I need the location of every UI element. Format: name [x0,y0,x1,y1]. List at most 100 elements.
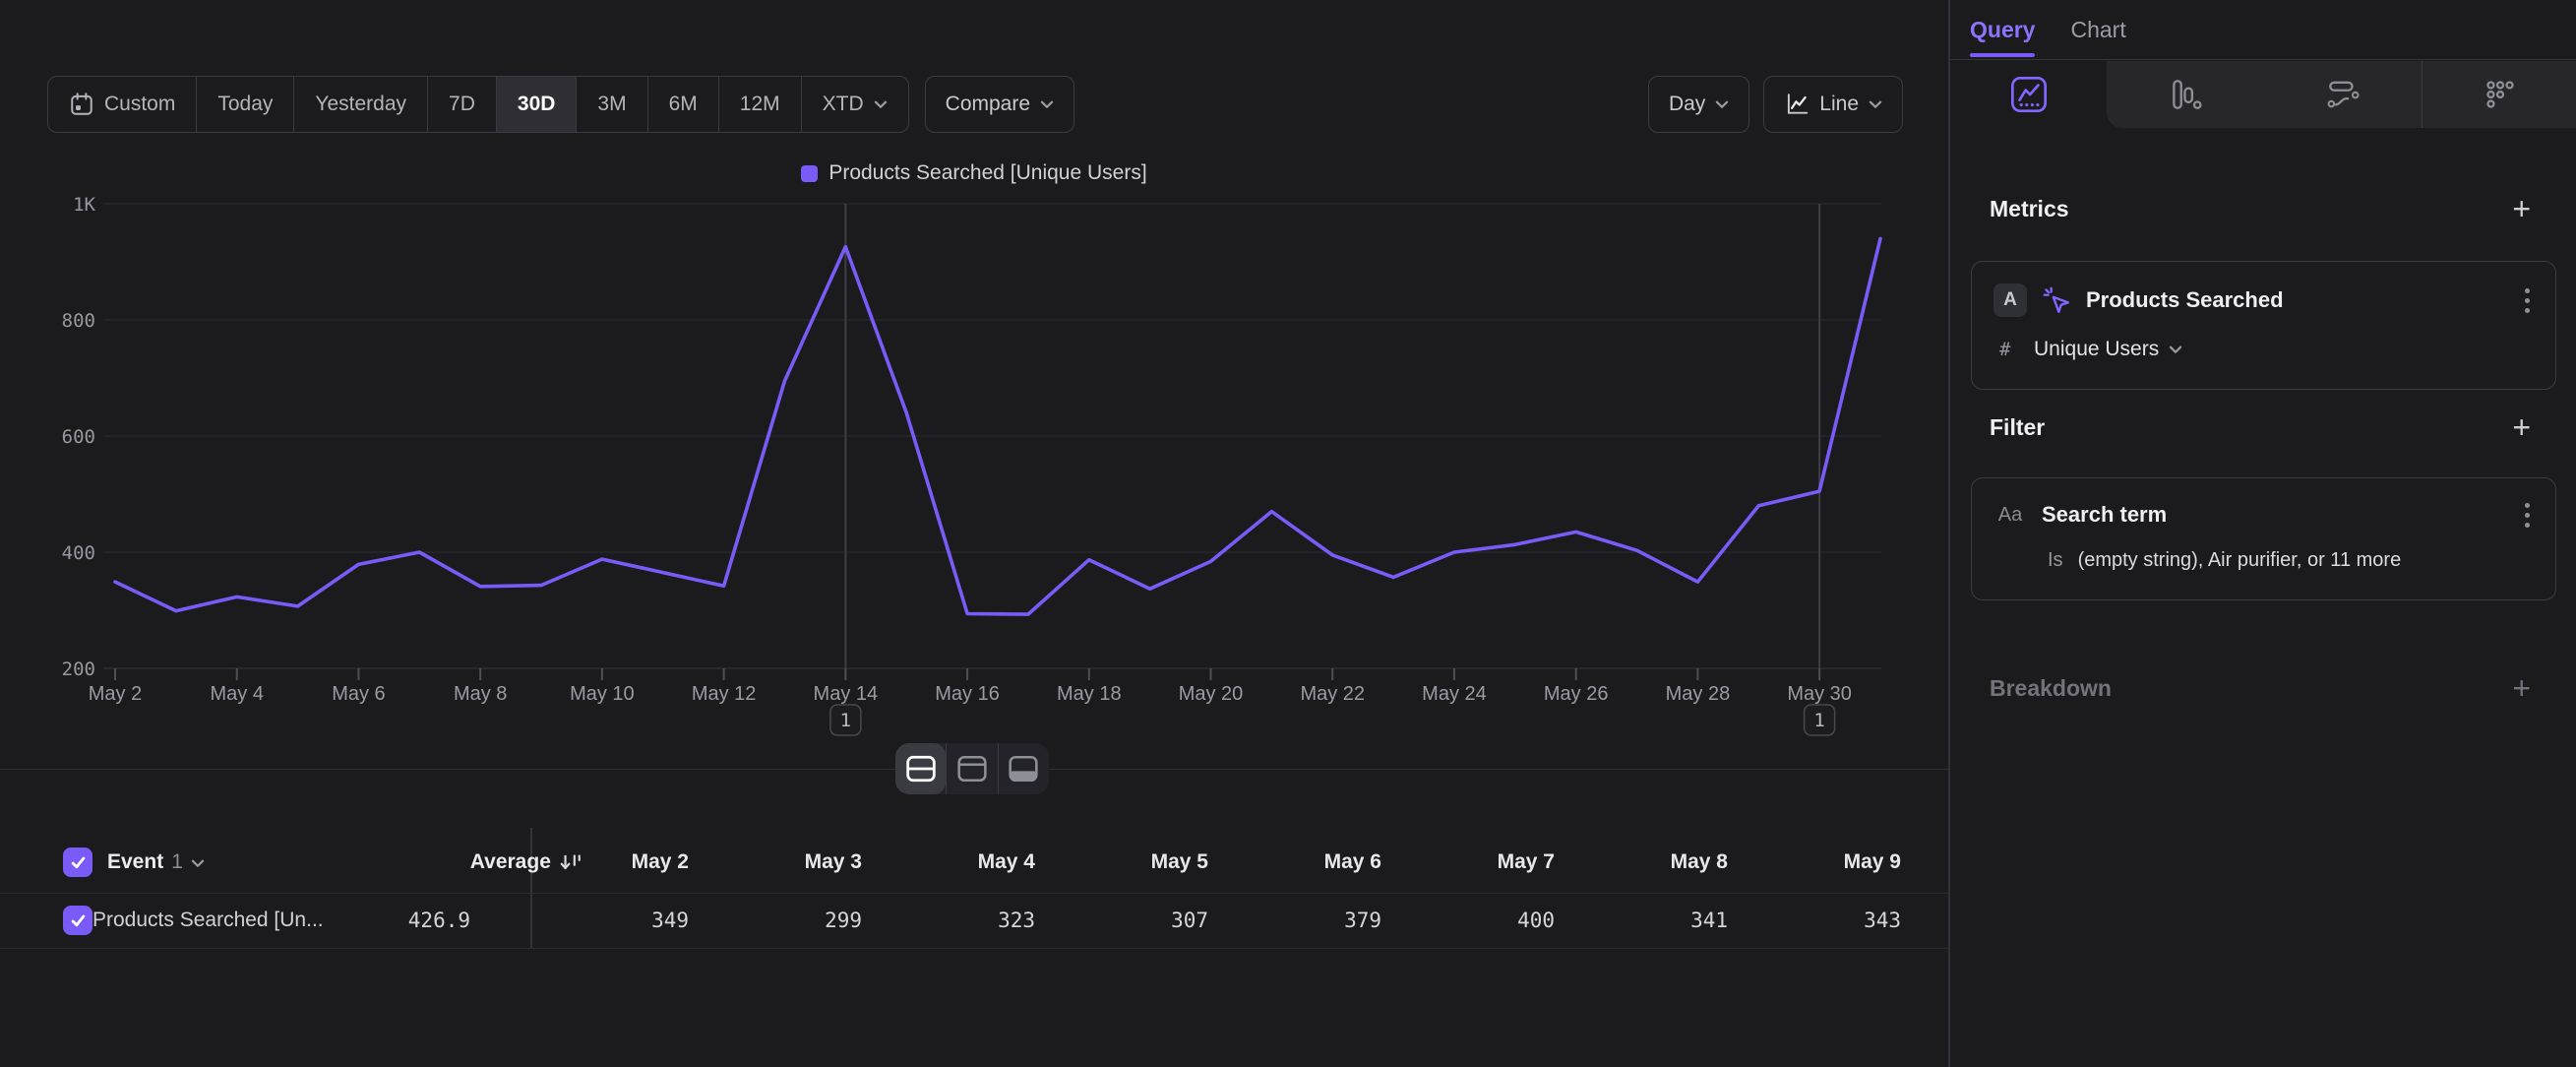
query-builder-panel: Query Chart [1948,0,2576,1067]
compare-button[interactable]: Compare [925,76,1074,133]
day-value-cell: 343 [1728,909,1901,932]
filter-section-header: Filter + [1990,411,2531,443]
custom-event-icon [2042,285,2071,315]
funnels-icon [2168,77,2203,112]
svg-text:May 28: May 28 [1666,683,1731,705]
table-view-icon [1008,755,1039,783]
aggregation-symbol: # [1999,339,2019,360]
tab-divider [2422,61,2423,128]
date-range-group: Custom Today Yesterday 7D 30D 3M 6M 12M … [47,76,909,133]
date-range-yesterday[interactable]: Yesterday [293,77,427,132]
report-tab-insights-active[interactable] [1950,61,2107,128]
retention-icon [2483,77,2518,112]
split-view-icon [905,755,937,783]
chevron-down-icon [191,859,205,868]
layout-toggle-group [895,743,1049,794]
add-filter-button[interactable]: + [2512,411,2531,443]
date-range-custom[interactable]: Custom [48,77,196,132]
day-value-cell: 341 [1555,909,1728,932]
svg-text:May 22: May 22 [1300,683,1365,705]
filter-row: Aa Search term [1993,498,2534,532]
day-value-cell: 379 [1208,909,1381,932]
layout-split-view-button[interactable] [895,743,946,794]
report-tab-flows[interactable] [2264,61,2421,128]
date-range-7d[interactable]: 7D [427,77,496,132]
report-tab-funnels[interactable] [2107,61,2263,128]
svg-text:May 10: May 10 [570,683,635,705]
check-icon [70,913,87,928]
chevron-down-icon [1040,100,1054,109]
svg-text:May 8: May 8 [454,683,507,705]
add-breakdown-button[interactable]: + [2512,672,2531,704]
table-bottom-divider [0,948,1948,949]
table-row: Products Searched [Un... 426.9 349 299 3… [0,893,1948,948]
svg-text:May 20: May 20 [1179,683,1244,705]
toolbar: Custom Today Yesterday 7D 30D 3M 6M 12M … [47,76,1903,133]
svg-text:May 18: May 18 [1057,683,1122,705]
metric-card[interactable]: A Products Searched # Unique Users [1971,261,2556,390]
date-range-30d-active[interactable]: 30D [496,77,577,132]
report-tab-retention[interactable] [2422,61,2576,128]
filter-value[interactable]: (empty string), Air purifier, or 11 more [2078,549,2402,572]
day-value-cell: 299 [689,909,862,932]
metric-row: A Products Searched [1993,282,2534,319]
date-range-6m[interactable]: 6M [647,77,718,132]
date-range-xtd[interactable]: XTD [801,77,908,132]
select-all-checkbox[interactable] [63,847,92,877]
results-table: Event 1 Average May 2 [0,832,1948,950]
day-value-cell: 400 [1381,909,1555,932]
tab-query[interactable]: Query [1970,0,2035,59]
filter-operator[interactable]: Is [2048,549,2063,572]
svg-text:400: 400 [62,542,95,564]
day-column-header[interactable]: May 3 [689,850,862,874]
day-column-header[interactable]: May 8 [1555,850,1728,874]
tab-chart[interactable]: Chart [2070,0,2125,59]
chart-type-button[interactable]: Line [1763,76,1903,133]
svg-text:May 6: May 6 [332,683,385,705]
line-chart-canvas[interactable]: 2004006008001KMay 2May 4May 6May 8May 10… [0,157,1948,778]
svg-text:May 16: May 16 [935,683,1000,705]
metric-aggregation-row: # Unique Users [1993,335,2534,364]
filter-condition-row: Is (empty string), Air purifier, or 11 m… [1993,545,2534,575]
svg-text:May 30: May 30 [1787,683,1852,705]
day-column-header[interactable]: May 4 [862,850,1035,874]
aggregation-selector[interactable]: Unique Users [2034,338,2182,361]
granularity-button[interactable]: Day [1648,76,1749,133]
add-metric-button[interactable]: + [2512,193,2531,224]
breakdown-section-header: Breakdown + [1990,672,2531,704]
svg-text:1K: 1K [73,194,95,216]
filter-options-kebab-icon[interactable] [2521,499,2534,532]
chart-view-icon [956,755,988,783]
svg-text:May 12: May 12 [692,683,757,705]
layout-chart-view-button[interactable] [946,743,997,794]
row-checkbox[interactable] [63,906,92,935]
event-count: 1 [171,850,183,874]
svg-text:600: 600 [62,426,95,448]
svg-text:1: 1 [840,710,851,731]
metric-options-kebab-icon[interactable] [2521,284,2534,317]
table-header-row: Event 1 Average May 2 [0,832,1948,893]
chevron-down-icon [1715,100,1729,109]
date-range-12m[interactable]: 12M [718,77,801,132]
flows-icon [2325,77,2361,112]
day-column-header[interactable]: May 2 [516,850,689,874]
day-column-header[interactable]: May 7 [1381,850,1555,874]
report-type-tabs [1950,61,2576,128]
report-main-area: Custom Today Yesterday 7D 30D 3M 6M 12M … [0,0,1948,1067]
date-range-3m[interactable]: 3M [576,77,646,132]
filter-card[interactable]: Aa Search term Is (empty string), Air pu… [1971,477,2556,600]
svg-text:200: 200 [62,659,95,680]
metric-letter-badge: A [1993,283,2027,317]
day-value-cell: 323 [862,909,1035,932]
series-name-cell[interactable]: Products Searched [Un... [92,909,338,932]
event-column-header[interactable]: Event 1 [107,850,205,874]
layout-table-view-button[interactable] [998,743,1049,794]
chevron-down-icon [874,100,888,109]
day-column-header[interactable]: May 5 [1035,850,1208,874]
day-column-header[interactable]: May 6 [1208,850,1381,874]
filter-property-name[interactable]: Search term [2042,502,2167,528]
day-column-header[interactable]: May 9 [1728,850,1901,874]
date-range-today[interactable]: Today [196,77,293,132]
metric-event-name[interactable]: Products Searched [2086,287,2284,313]
app-root: { "page": { "bg": "#1b1b1e", "accent": "… [0,0,2576,1067]
